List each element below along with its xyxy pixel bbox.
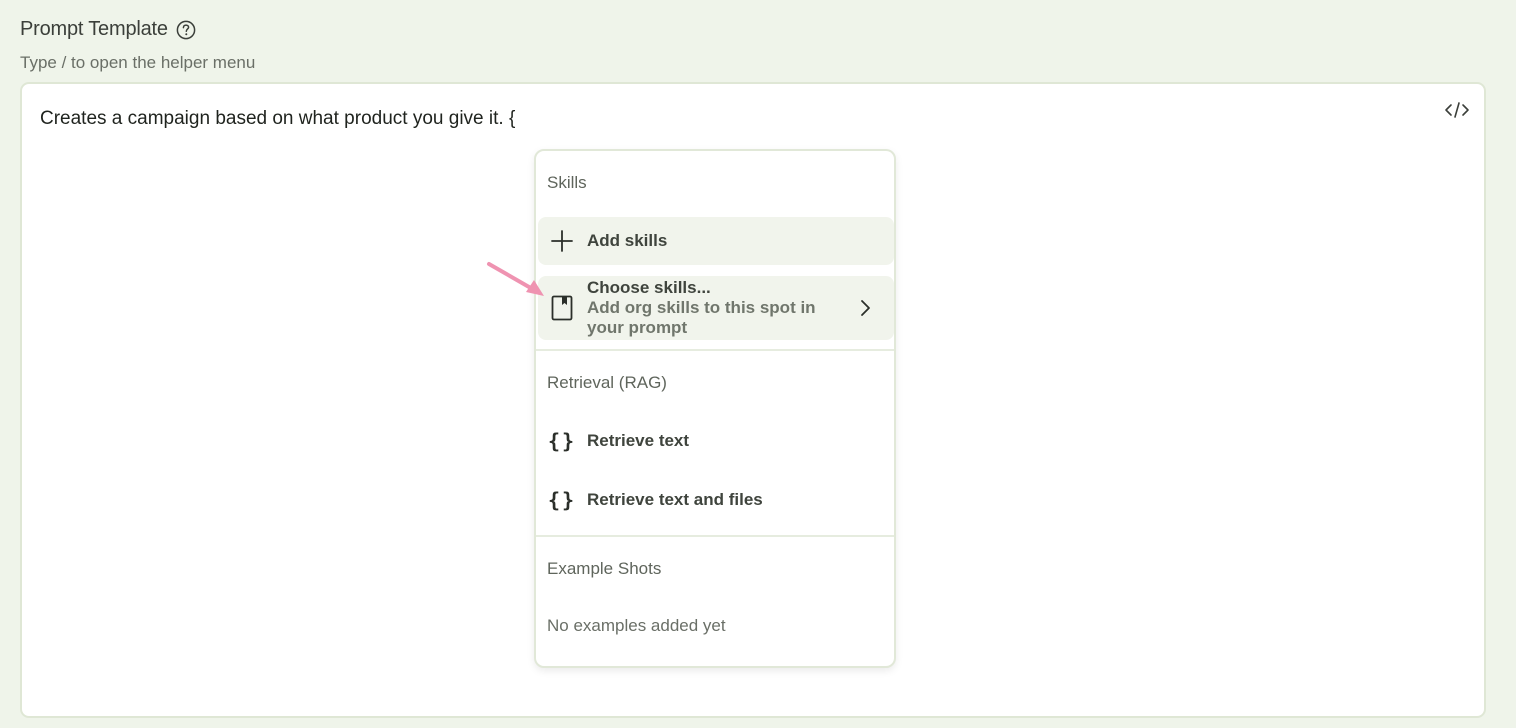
retrieve-text-label: Retrieve text (587, 431, 690, 450)
retrieve-text-item[interactable]: {} Retrieve text (538, 417, 894, 465)
braces-icon: {} (547, 488, 577, 512)
add-skills-item[interactable]: Add skills (538, 217, 894, 265)
braces-icon: {} (547, 429, 577, 453)
add-skills-label: Add skills (587, 231, 668, 250)
choose-skills-description: Add org skills to this spot in your prom… (587, 298, 816, 337)
helper-hint: Type / to open the helper menu (20, 53, 256, 72)
retrieve-text-files-label: Retrieve text and files (587, 490, 763, 509)
header: Prompt Template (20, 18, 196, 41)
section-label-rag: Retrieval (RAG) (547, 373, 667, 392)
helper-menu: Skills Add skills Choose skills... Add o… (534, 149, 896, 668)
page-title: Prompt Template (20, 18, 168, 40)
help-icon[interactable] (176, 20, 196, 40)
choose-skills-label: Choose skills... (587, 278, 711, 297)
prompt-text[interactable]: Creates a campaign based on what product… (40, 108, 515, 130)
retrieve-text-files-item[interactable]: {} Retrieve text and files (538, 476, 894, 524)
code-icon[interactable] (1444, 100, 1470, 120)
section-label-skills: Skills (547, 173, 587, 192)
empty-state-text: No examples added yet (547, 616, 726, 635)
plus-icon (549, 228, 575, 254)
menu-divider (536, 349, 894, 351)
annotation-arrow (487, 262, 544, 296)
chevron-right-icon (852, 299, 878, 317)
book-icon (549, 295, 575, 321)
choose-skills-item[interactable]: Choose skills... Add org skills to this … (538, 276, 894, 340)
section-label-examples: Example Shots (547, 559, 662, 578)
menu-divider (536, 535, 894, 537)
